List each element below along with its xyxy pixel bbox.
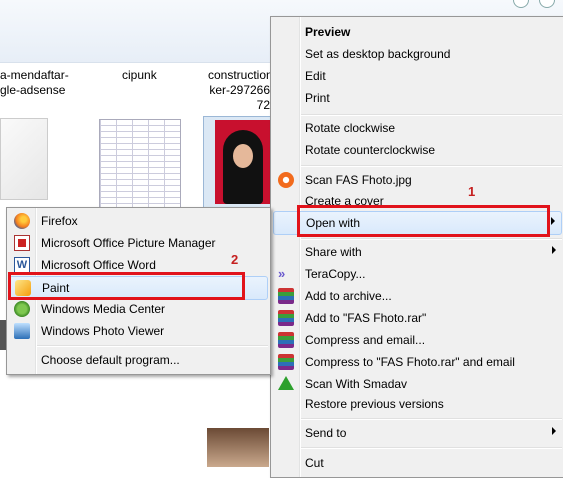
- teracopy-icon: »: [278, 266, 286, 281]
- submenu-item-choose-default[interactable]: Choose default program...: [9, 349, 268, 371]
- menu-item-label: Restore previous versions: [305, 397, 444, 411]
- menu-item-print[interactable]: Print: [273, 87, 562, 109]
- photo-viewer-icon: [14, 323, 30, 339]
- menu-item-scan-smadav[interactable]: Scan With Smadav: [273, 373, 562, 395]
- context-menu: Preview Set as desktop background Edit P…: [270, 16, 563, 478]
- step-2-label: 2: [231, 252, 239, 267]
- menu-separator: [301, 165, 562, 167]
- menu-item-label: Compress to "FAS Fhoto.rar" and email: [305, 355, 515, 369]
- submenu-item-firefox[interactable]: Firefox: [9, 210, 268, 232]
- menu-separator: [301, 238, 562, 240]
- photo-face: [233, 144, 253, 168]
- menu-item-compress-rar-email[interactable]: Compress to "FAS Fhoto.rar" and email: [273, 351, 562, 373]
- menu-item-label: Rotate clockwise: [305, 121, 396, 135]
- menu-item-label: Compress and email...: [305, 333, 426, 347]
- media-center-icon: [14, 301, 30, 317]
- menu-item-label: Edit: [305, 69, 326, 83]
- scan-icon: [278, 172, 294, 188]
- menu-item-label: Set as desktop background: [305, 47, 451, 61]
- submenu-arrow-icon: [551, 217, 555, 225]
- submenu-item-label: Microsoft Office Word: [41, 258, 156, 272]
- menu-item-label: Scan With Smadav: [305, 377, 408, 391]
- window-controls: [513, 0, 555, 8]
- menu-item-compress-email[interactable]: Compress and email...: [273, 329, 562, 351]
- word-icon: W: [14, 257, 30, 273]
- smadav-icon: [278, 376, 294, 390]
- menu-item-restore-versions[interactable]: Restore previous versions: [273, 393, 562, 415]
- winrar-icon: [278, 332, 294, 348]
- menu-item-set-desktop-background[interactable]: Set as desktop background: [273, 43, 562, 65]
- menu-item-label: Add to "FAS Fhoto.rar": [305, 311, 427, 325]
- submenu-item-label: Windows Media Center: [41, 302, 166, 316]
- menu-item-label: TeraCopy...: [305, 267, 366, 281]
- winrar-icon: [278, 310, 294, 326]
- view-options-icon[interactable]: [539, 0, 555, 8]
- paint-highlight-box: [8, 272, 245, 300]
- document-thumbnail[interactable]: [0, 118, 48, 200]
- menu-item-scan-file[interactable]: Scan FAS Fhoto.jpg: [273, 169, 562, 191]
- menu-item-rotate-clockwise[interactable]: Rotate clockwise: [273, 117, 562, 139]
- submenu-item-picture-manager[interactable]: Microsoft Office Picture Manager: [9, 232, 268, 254]
- menu-separator: [301, 447, 562, 449]
- firefox-icon: [14, 213, 30, 229]
- photo-thumbnail[interactable]: [215, 120, 270, 204]
- menu-item-cut[interactable]: Cut: [273, 452, 562, 474]
- desk-photo-thumbnail[interactable]: [207, 428, 269, 467]
- menu-item-label: Add to archive...: [305, 289, 392, 303]
- menu-item-edit[interactable]: Edit: [273, 65, 562, 87]
- menu-item-share-with[interactable]: Share with: [273, 241, 562, 263]
- menu-separator: [301, 418, 562, 420]
- menu-item-label: Send to: [305, 426, 347, 440]
- menu-item-preview[interactable]: Preview: [273, 21, 562, 43]
- submenu-arrow-icon: [552, 246, 556, 254]
- menu-item-label: Share with: [305, 245, 362, 259]
- picture-manager-icon: [14, 235, 30, 251]
- menu-item-rotate-counterclockwise[interactable]: Rotate counterclockwise: [273, 139, 562, 161]
- menu-item-teracopy[interactable]: » TeraCopy...: [273, 263, 562, 285]
- submenu-item-label: Choose default program...: [41, 353, 180, 367]
- menu-item-label: Preview: [305, 25, 351, 39]
- submenu-item-label: Microsoft Office Picture Manager: [41, 236, 216, 250]
- menu-item-add-to-archive[interactable]: Add to archive...: [273, 285, 562, 307]
- submenu-item-label: Windows Photo Viewer: [41, 324, 165, 338]
- file-name[interactable]: cipunk: [122, 68, 157, 83]
- menu-item-label: Rotate counterclockwise: [305, 143, 436, 157]
- open-with-highlight-box: [297, 205, 550, 237]
- submenu-arrow-icon: [552, 427, 556, 435]
- file-name[interactable]: construction- ker-2972665 720: [208, 68, 277, 113]
- submenu-item-media-center[interactable]: Windows Media Center: [9, 298, 268, 320]
- submenu-item-photo-viewer[interactable]: Windows Photo Viewer: [9, 320, 268, 342]
- table-image-thumbnail[interactable]: [99, 119, 181, 211]
- help-icon[interactable]: [513, 0, 529, 8]
- menu-item-add-to-rar[interactable]: Add to "FAS Fhoto.rar": [273, 307, 562, 329]
- winrar-icon: [278, 288, 294, 304]
- file-name[interactable]: a-mendaftar- gle-adsense: [0, 68, 69, 98]
- menu-item-send-to[interactable]: Send to: [273, 422, 562, 444]
- submenu-item-label: Firefox: [41, 214, 78, 228]
- menu-item-label: Print: [305, 91, 330, 105]
- menu-item-label: Scan FAS Fhoto.jpg: [305, 173, 412, 187]
- step-1-label: 1: [468, 184, 476, 199]
- menu-item-label: Cut: [305, 456, 324, 470]
- winrar-icon: [278, 354, 294, 370]
- menu-separator: [301, 114, 562, 116]
- menu-separator: [37, 345, 268, 347]
